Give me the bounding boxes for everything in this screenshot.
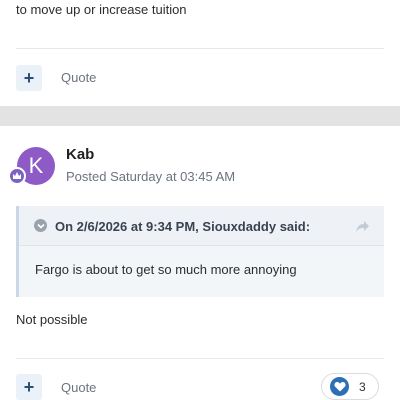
post-content: Not possible [16, 312, 88, 327]
share-arrow-icon[interactable] [355, 218, 371, 234]
previous-post: to move up or increase tuition + Quote [0, 0, 400, 106]
post-divider [16, 48, 384, 49]
rank-badge-icon [8, 167, 26, 185]
quote-block: On 2/6/2026 at 9:34 PM, Siouxdaddy said:… [16, 206, 384, 297]
multiquote-add-button[interactable]: + [16, 65, 42, 91]
quote-link[interactable]: Quote [61, 70, 96, 85]
avatar-letter: K [28, 153, 44, 178]
multiquote-add-button[interactable]: + [16, 374, 42, 400]
quote-link[interactable]: Quote [61, 380, 96, 395]
forum-post: K Kab Posted Saturday at 03:45 AM On 2/6… [0, 126, 400, 400]
previous-post-text: to move up or increase tuition [16, 2, 187, 17]
quote-header: On 2/6/2026 at 9:34 PM, Siouxdaddy said: [19, 206, 384, 246]
post-separator [0, 106, 400, 126]
quote-citation: On 2/6/2026 at 9:34 PM, Siouxdaddy said: [55, 219, 311, 234]
post-timestamp[interactable]: Posted Saturday at 03:45 AM [66, 169, 235, 184]
reaction-count: 3 [359, 379, 366, 394]
chevron-down-icon[interactable] [34, 219, 47, 232]
post-divider [16, 358, 384, 359]
quote-body: Fargo is about to get so much more annoy… [35, 262, 297, 277]
reaction-button[interactable]: 3 [321, 373, 379, 400]
heart-icon [330, 377, 349, 396]
author-name[interactable]: Kab [66, 146, 94, 163]
